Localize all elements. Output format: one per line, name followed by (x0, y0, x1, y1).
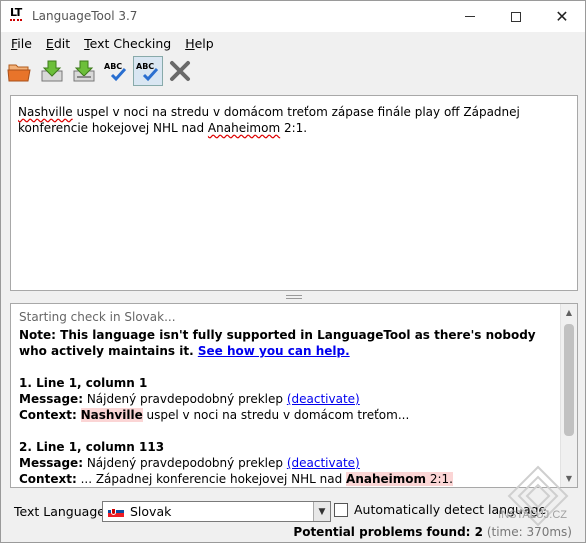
menu-help-mnemonic: H (185, 36, 195, 51)
checkbox-box[interactable] (334, 502, 348, 517)
maximize-icon (511, 11, 521, 22)
note-label: Note: (19, 328, 56, 342)
minimize-icon (465, 16, 475, 17)
issue-item: 2. Line 1, column 113 Message: Nájdený p… (19, 439, 559, 487)
menu-file[interactable]: File (1, 34, 36, 53)
context-pre (77, 408, 81, 422)
save-icon (41, 60, 63, 82)
watermark-text: INSTALUJ.CZ (498, 509, 567, 521)
results-panel: Starting check in Slovak... Note: This l… (10, 303, 578, 488)
context-post: 2:1. (426, 472, 453, 486)
app-window: LT LanguageTool 3.7 ✕ File Edit Text Che… (0, 0, 586, 543)
menu-edit[interactable]: Edit (36, 34, 74, 53)
context-label: Context: (19, 472, 77, 486)
auto-check-toggle[interactable]: ABC (133, 56, 163, 86)
abc-text: ABC (104, 62, 122, 71)
menu-edit-label: dit (53, 36, 71, 51)
check-text-icon: ABC (104, 62, 127, 82)
maximize-button[interactable] (493, 1, 539, 32)
problems-summary: Potential problems found: 2 (time: 370ms… (293, 525, 572, 539)
close-icon (170, 61, 190, 81)
issue-heading: 2. Line 1, column 113 (19, 440, 165, 454)
issue-item: 1. Line 1, column 1 Message: Nájdený pra… (19, 375, 559, 423)
menu-text-checking-label: ext Checking (89, 36, 172, 51)
check-status: Starting check in Slovak... (19, 310, 176, 324)
save-button[interactable] (37, 56, 67, 86)
window-title: LanguageTool 3.7 (32, 9, 138, 23)
language-note: Note: This language isn't fully supporte… (19, 327, 559, 359)
language-select-value: Slovak (130, 504, 172, 519)
results-scrollbar[interactable]: ▲ ▼ (560, 304, 577, 487)
title-bar[interactable]: LT LanguageTool 3.7 ✕ (1, 1, 585, 32)
context-highlight: Nashville (80, 408, 143, 422)
check-text-button[interactable]: ABC (101, 56, 131, 86)
message-label: Message: (19, 456, 83, 470)
logo-text: LT (10, 6, 22, 19)
scrollbar-thumb[interactable] (564, 324, 574, 436)
check-time: (time: 370ms) (483, 525, 572, 539)
auto-check-icon: ABC (136, 62, 159, 82)
save-as-icon (73, 60, 95, 82)
language-select[interactable]: Slovak ▼ (102, 501, 331, 522)
context-pre: ... Západnej konferencie hokejovej NHL n… (76, 472, 347, 486)
help-link[interactable]: See how you can help. (198, 344, 350, 358)
close-document-button[interactable] (165, 56, 195, 86)
text-language-label: Text Language: (14, 504, 110, 519)
context-highlight: Anaheimom (346, 472, 427, 486)
dropdown-arrow-icon[interactable]: ▼ (313, 502, 330, 521)
misspelled-word[interactable]: Nashville (18, 105, 73, 119)
slovak-flag-icon (108, 506, 124, 518)
context-label: Context: (19, 408, 77, 422)
menu-edit-mnemonic: E (45, 36, 54, 51)
issue-heading: 1. Line 1, column 1 (19, 376, 148, 390)
close-window-button[interactable]: ✕ (539, 1, 585, 32)
grip-icon (286, 295, 302, 299)
open-file-button[interactable] (5, 56, 35, 86)
toolbar: ABC ABC (5, 56, 195, 86)
message-text: Nájdený pravdepodobný preklep (83, 456, 287, 470)
menu-help[interactable]: Help (175, 34, 218, 53)
menu-text-checking[interactable]: Text Checking (74, 34, 175, 53)
menu-bar: File Edit Text Checking Help (1, 34, 218, 53)
problems-count: Potential problems found: 2 (293, 525, 483, 539)
abc-text-2: ABC (136, 62, 154, 71)
message-label: Message: (19, 392, 83, 406)
save-as-button[interactable] (69, 56, 99, 86)
editor-text-segment: 2:1. (280, 121, 308, 135)
deactivate-link[interactable]: (deactivate) (287, 456, 360, 470)
menu-file-label: ile (17, 36, 32, 51)
open-folder-icon (7, 64, 31, 82)
deactivate-link[interactable]: (deactivate) (287, 392, 360, 406)
text-editor[interactable]: Nashville uspel v noci na stredu v domác… (10, 95, 578, 291)
message-text: Nájdený pravdepodobný preklep (83, 392, 287, 406)
split-pane-divider[interactable] (10, 292, 578, 302)
minimize-button[interactable] (447, 1, 493, 32)
close-icon: ✕ (555, 6, 569, 26)
context-post: uspel v noci na stredu v domácom treťom.… (142, 408, 410, 422)
scroll-up-arrow-icon[interactable]: ▲ (561, 304, 577, 321)
misspelled-word[interactable]: Anaheimom (208, 121, 280, 135)
languagetool-logo-icon: LT (10, 6, 22, 21)
menu-help-label: elp (194, 36, 214, 51)
